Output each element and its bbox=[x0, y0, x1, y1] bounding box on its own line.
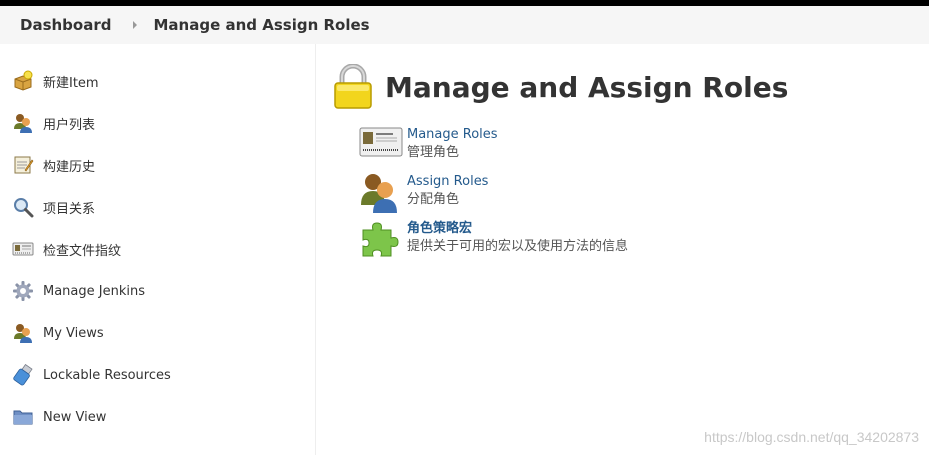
search-icon bbox=[12, 196, 34, 218]
users-icon bbox=[12, 322, 34, 344]
main-content: Manage and Assign Roles Manage Roles 管理角… bbox=[317, 44, 929, 455]
lock-icon bbox=[333, 63, 373, 110]
sidebar-item-new-item[interactable]: 新建Item bbox=[12, 69, 99, 93]
users-icon bbox=[12, 112, 34, 134]
sidebar-item-label: Lockable Resources bbox=[43, 367, 171, 383]
manage-roles-item: Manage Roles 管理角色 bbox=[359, 126, 498, 166]
role-strategy-macros-item: 角色策略宏 提供关于可用的宏以及使用方法的信息 bbox=[359, 220, 628, 260]
sidebar-item-build-history[interactable]: 构建历史 bbox=[12, 153, 95, 177]
page-title: Manage and Assign Roles bbox=[385, 70, 789, 104]
sidebar-item-label: My Views bbox=[43, 325, 104, 341]
sidebar-item-label: New View bbox=[43, 409, 107, 425]
sidebar-item-project-relationship[interactable]: 项目关系 bbox=[12, 195, 95, 219]
id-card-icon bbox=[359, 126, 403, 166]
usb-drive-icon bbox=[12, 364, 34, 386]
assign-roles-link[interactable]: Assign Roles bbox=[407, 173, 488, 191]
role-strategy-macros-description: 提供关于可用的宏以及使用方法的信息 bbox=[407, 239, 629, 254]
sidebar-item-label: 构建历史 bbox=[43, 159, 96, 175]
breadcrumb-manage-assign-roles[interactable]: Manage and Assign Roles bbox=[153, 16, 369, 34]
manage-roles-description: 管理角色 bbox=[407, 145, 460, 160]
sidebar: 新建Item 用户列表 构建历史 项目关系 检查文件指纹 Manage Jenk… bbox=[0, 44, 316, 455]
sidebar-item-my-views[interactable]: My Views bbox=[12, 321, 104, 345]
assign-roles-description: 分配角色 bbox=[407, 192, 460, 207]
gear-icon bbox=[12, 280, 34, 302]
users-icon bbox=[359, 173, 403, 213]
sidebar-item-label: 用户列表 bbox=[43, 117, 96, 133]
manage-roles-link[interactable]: Manage Roles bbox=[407, 126, 498, 144]
assign-roles-item: Assign Roles 分配角色 bbox=[359, 173, 488, 213]
sidebar-item-label: 项目关系 bbox=[43, 201, 96, 217]
puzzle-icon bbox=[359, 220, 403, 260]
new-item-icon bbox=[12, 70, 34, 92]
fingerprint-icon bbox=[12, 238, 34, 260]
sidebar-item-users[interactable]: 用户列表 bbox=[12, 111, 95, 135]
sidebar-item-lockable-resources[interactable]: Lockable Resources bbox=[12, 363, 171, 387]
notepad-icon bbox=[12, 154, 34, 176]
folder-icon bbox=[12, 406, 34, 428]
sidebar-item-label: 检查文件指纹 bbox=[43, 243, 122, 259]
title-row: Manage and Assign Roles bbox=[333, 63, 789, 110]
watermark: https://blog.csdn.net/qq_34202873 bbox=[704, 429, 919, 445]
breadcrumb: Dashboard Manage and Assign Roles bbox=[0, 6, 929, 44]
sidebar-item-new-view[interactable]: New View bbox=[12, 405, 106, 429]
breadcrumb-separator-icon bbox=[133, 21, 138, 29]
breadcrumb-dashboard[interactable]: Dashboard bbox=[20, 16, 111, 34]
role-strategy-macros-link[interactable]: 角色策略宏 bbox=[407, 220, 628, 238]
sidebar-item-fingerprint[interactable]: 检查文件指纹 bbox=[12, 237, 121, 261]
sidebar-item-label: 新建Item bbox=[43, 75, 99, 91]
sidebar-item-label: Manage Jenkins bbox=[43, 283, 145, 299]
sidebar-item-manage-jenkins[interactable]: Manage Jenkins bbox=[12, 279, 145, 303]
